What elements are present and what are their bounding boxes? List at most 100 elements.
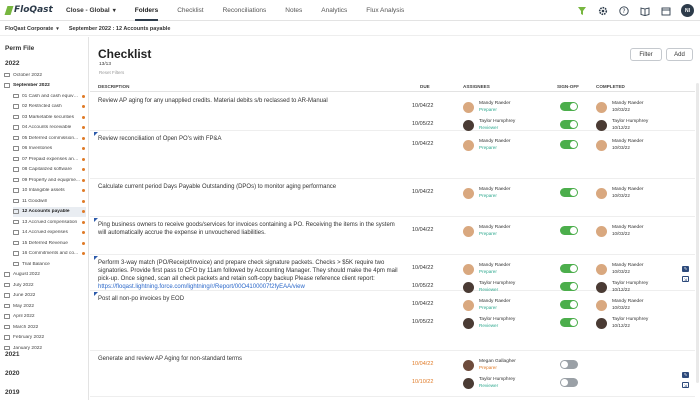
sidebar-folder-item[interactable]: 16 Commitments and co...	[13, 249, 86, 259]
nav-reconciliations[interactable]: Reconciliations	[223, 0, 267, 21]
assignee[interactable]: Mandy Raeder Preparer	[463, 263, 510, 275]
comment-icon[interactable]: ✎	[682, 266, 689, 272]
signoff-toggle[interactable]	[560, 188, 578, 197]
column-description[interactable]: DESCRIPTION	[98, 84, 129, 89]
sidebar-folder-item[interactable]: 15 Deferred Revenue	[13, 238, 86, 248]
help-icon[interactable]: ?	[618, 5, 630, 17]
sidebar-folder-item[interactable]: 06 Inventories	[13, 144, 86, 154]
sidebar-folder-item[interactable]: 03 Marketable securities	[13, 112, 86, 122]
filter-button[interactable]: Filter	[630, 48, 662, 61]
sidebar-folder-item[interactable]: 07 Prepaid expenses and...	[13, 154, 86, 164]
assignee[interactable]: Mandy Raeder Preparer	[463, 299, 510, 311]
calendar-icon[interactable]	[660, 5, 672, 17]
nav-flux-analysis[interactable]: Flux Analysis	[366, 0, 404, 21]
sidebar-folder-item[interactable]: 14 Accrued expenses	[13, 228, 86, 238]
description-text: Calculate current period Days Payable Ou…	[98, 184, 337, 190]
signoff-toggle[interactable]	[560, 102, 578, 111]
table-row[interactable]: Review AP aging for any unapplied credit…	[90, 93, 695, 131]
assignee[interactable]: Mandy Raeder Preparer	[463, 139, 510, 151]
book-icon[interactable]	[639, 5, 651, 17]
sidebar-folder-item[interactable]: 09 Property and equipme...	[13, 175, 86, 185]
sidebar-month-item[interactable]: July 2022	[4, 280, 86, 290]
due-date[interactable]: 10/04/22	[412, 227, 433, 233]
year-2019[interactable]: 2019	[5, 389, 19, 396]
table-row[interactable]: Perform 3-way match (PO/Receipt/Invoice)…	[90, 255, 695, 293]
sidebar-folder-item[interactable]: 11 Goodwill	[13, 196, 86, 206]
sidebar-folder-item[interactable]: 01 Cash and cash equival...	[13, 91, 86, 101]
gear-icon[interactable]	[597, 5, 609, 17]
assignee[interactable]: Mandy Raeder Preparer	[463, 101, 510, 113]
signoff-toggle[interactable]	[560, 226, 578, 235]
sidebar-month-october-2022[interactable]: October 2022	[4, 70, 86, 80]
signoff-toggle[interactable]	[560, 300, 578, 309]
due-date[interactable]: 10/05/22	[412, 319, 433, 325]
sidebar-month-item[interactable]: May 2022	[4, 301, 86, 311]
due-date[interactable]: 10/04/22	[412, 103, 433, 109]
due-date[interactable]: 10/04/22	[412, 141, 433, 147]
due-date[interactable]: 10/05/22	[412, 283, 433, 289]
signoff-toggle[interactable]	[560, 264, 578, 273]
assignee[interactable]: Mandy Raeder Preparer	[463, 187, 510, 199]
report-link[interactable]: https://floqast.lightning.force.com/ligh…	[98, 284, 305, 290]
sidebar-month-item[interactable]: March 2022	[4, 322, 86, 332]
assignee[interactable]: Mandy Raeder Preparer	[463, 225, 510, 237]
nav-folders[interactable]: Folders	[134, 0, 159, 21]
table-row[interactable]: Generate and review AP Aging for non-sta…	[90, 351, 695, 397]
assignee[interactable]: Taylor Humphrey Reviewer	[463, 377, 515, 389]
due-date[interactable]: 10/05/22	[412, 121, 433, 127]
signoff-toggle[interactable]	[560, 282, 578, 291]
nav-notes[interactable]: Notes	[285, 0, 302, 21]
due-date[interactable]: 10/04/22	[412, 189, 433, 195]
nav-checklist[interactable]: Checklist	[177, 0, 203, 21]
sidebar-folder-item[interactable]: 04 Accounts receivable	[13, 123, 86, 133]
column-completed[interactable]: COMPLETED	[596, 84, 625, 89]
due-date[interactable]: 10/04/22	[412, 361, 433, 367]
column-due[interactable]: DUE	[420, 84, 430, 89]
floqast-logo[interactable]: FloQast	[4, 5, 54, 15]
nav-analytics[interactable]: Analytics	[321, 0, 347, 21]
due-date[interactable]: 10/04/22	[412, 265, 433, 271]
signoff-toggle[interactable]	[560, 140, 578, 149]
signoff-toggle[interactable]	[560, 318, 578, 327]
vertical-scrollbar[interactable]	[696, 83, 699, 383]
signoff-toggle[interactable]	[560, 378, 578, 387]
sidebar-folder-item[interactable]: 05 Deferred commission...	[13, 133, 86, 143]
sidebar-month-september-2022[interactable]: September 2022	[4, 81, 86, 91]
add-button[interactable]: Add	[666, 48, 693, 61]
user-avatar[interactable]: NI	[681, 4, 694, 17]
year-2020[interactable]: 2020	[5, 370, 19, 377]
expand-icon[interactable]: ⇲	[682, 382, 689, 388]
sidebar-folder-item[interactable]: 10 Intangible assets	[13, 186, 86, 196]
year-2022[interactable]: 2022	[5, 60, 19, 67]
sidebar-month-item[interactable]: June 2022	[4, 291, 86, 301]
table-row[interactable]: Review reconciliation of Open PO's with …	[90, 131, 695, 179]
table-row[interactable]: Calculate current period Days Payable Ou…	[90, 179, 695, 217]
table-row[interactable]: Post all non-po invoices by EOD 10/04/22 M…	[90, 291, 695, 351]
entity-select[interactable]: FloQast Corporate ▾	[5, 26, 59, 32]
sidebar-month-item[interactable]: August 2022	[4, 270, 86, 280]
sidebar-month-item[interactable]: February 2022	[4, 333, 86, 343]
signoff-toggle[interactable]	[560, 120, 578, 129]
sidebar-folder-item[interactable]: Trial Balance	[13, 259, 86, 269]
column-signoff[interactable]: SIGN-OFF	[557, 84, 579, 89]
expand-icon[interactable]: ⇲	[682, 276, 689, 282]
assignee[interactable]: Taylor Humphrey Reviewer	[463, 317, 515, 329]
sidebar-folder-item[interactable]: 02 Restricted cash	[13, 102, 86, 112]
reset-filters-link[interactable]: Reset Filters	[99, 70, 124, 75]
assignee[interactable]: Megan Gallagher Preparer	[463, 359, 516, 371]
table-row[interactable]: Ping business owners to receive goods/se…	[90, 217, 695, 255]
filter-funnel-icon[interactable]	[576, 5, 588, 17]
column-assignees[interactable]: ASSIGNEES	[463, 84, 490, 89]
assignee[interactable]: Taylor Humphrey Reviewer	[463, 119, 515, 131]
sidebar-folder-item[interactable]: 13 Accrued compensation	[13, 217, 86, 227]
sidebar-folder-item[interactable]: 12 Accounts payable	[13, 206, 86, 217]
sidebar-month-item[interactable]: April 2022	[4, 312, 86, 322]
comment-icon[interactable]: ✎	[682, 372, 689, 378]
due-date[interactable]: 10/04/22	[412, 301, 433, 307]
year-2021[interactable]: 2021	[5, 351, 19, 358]
signoff-toggle[interactable]	[560, 360, 578, 369]
close-period-select[interactable]: Close - Global ▾	[66, 7, 116, 14]
due-date[interactable]: 10/10/22	[412, 379, 433, 385]
sidebar-folder-item[interactable]: 08 Capitalized software	[13, 165, 86, 175]
perm-file-heading[interactable]: Perm File	[5, 45, 88, 52]
